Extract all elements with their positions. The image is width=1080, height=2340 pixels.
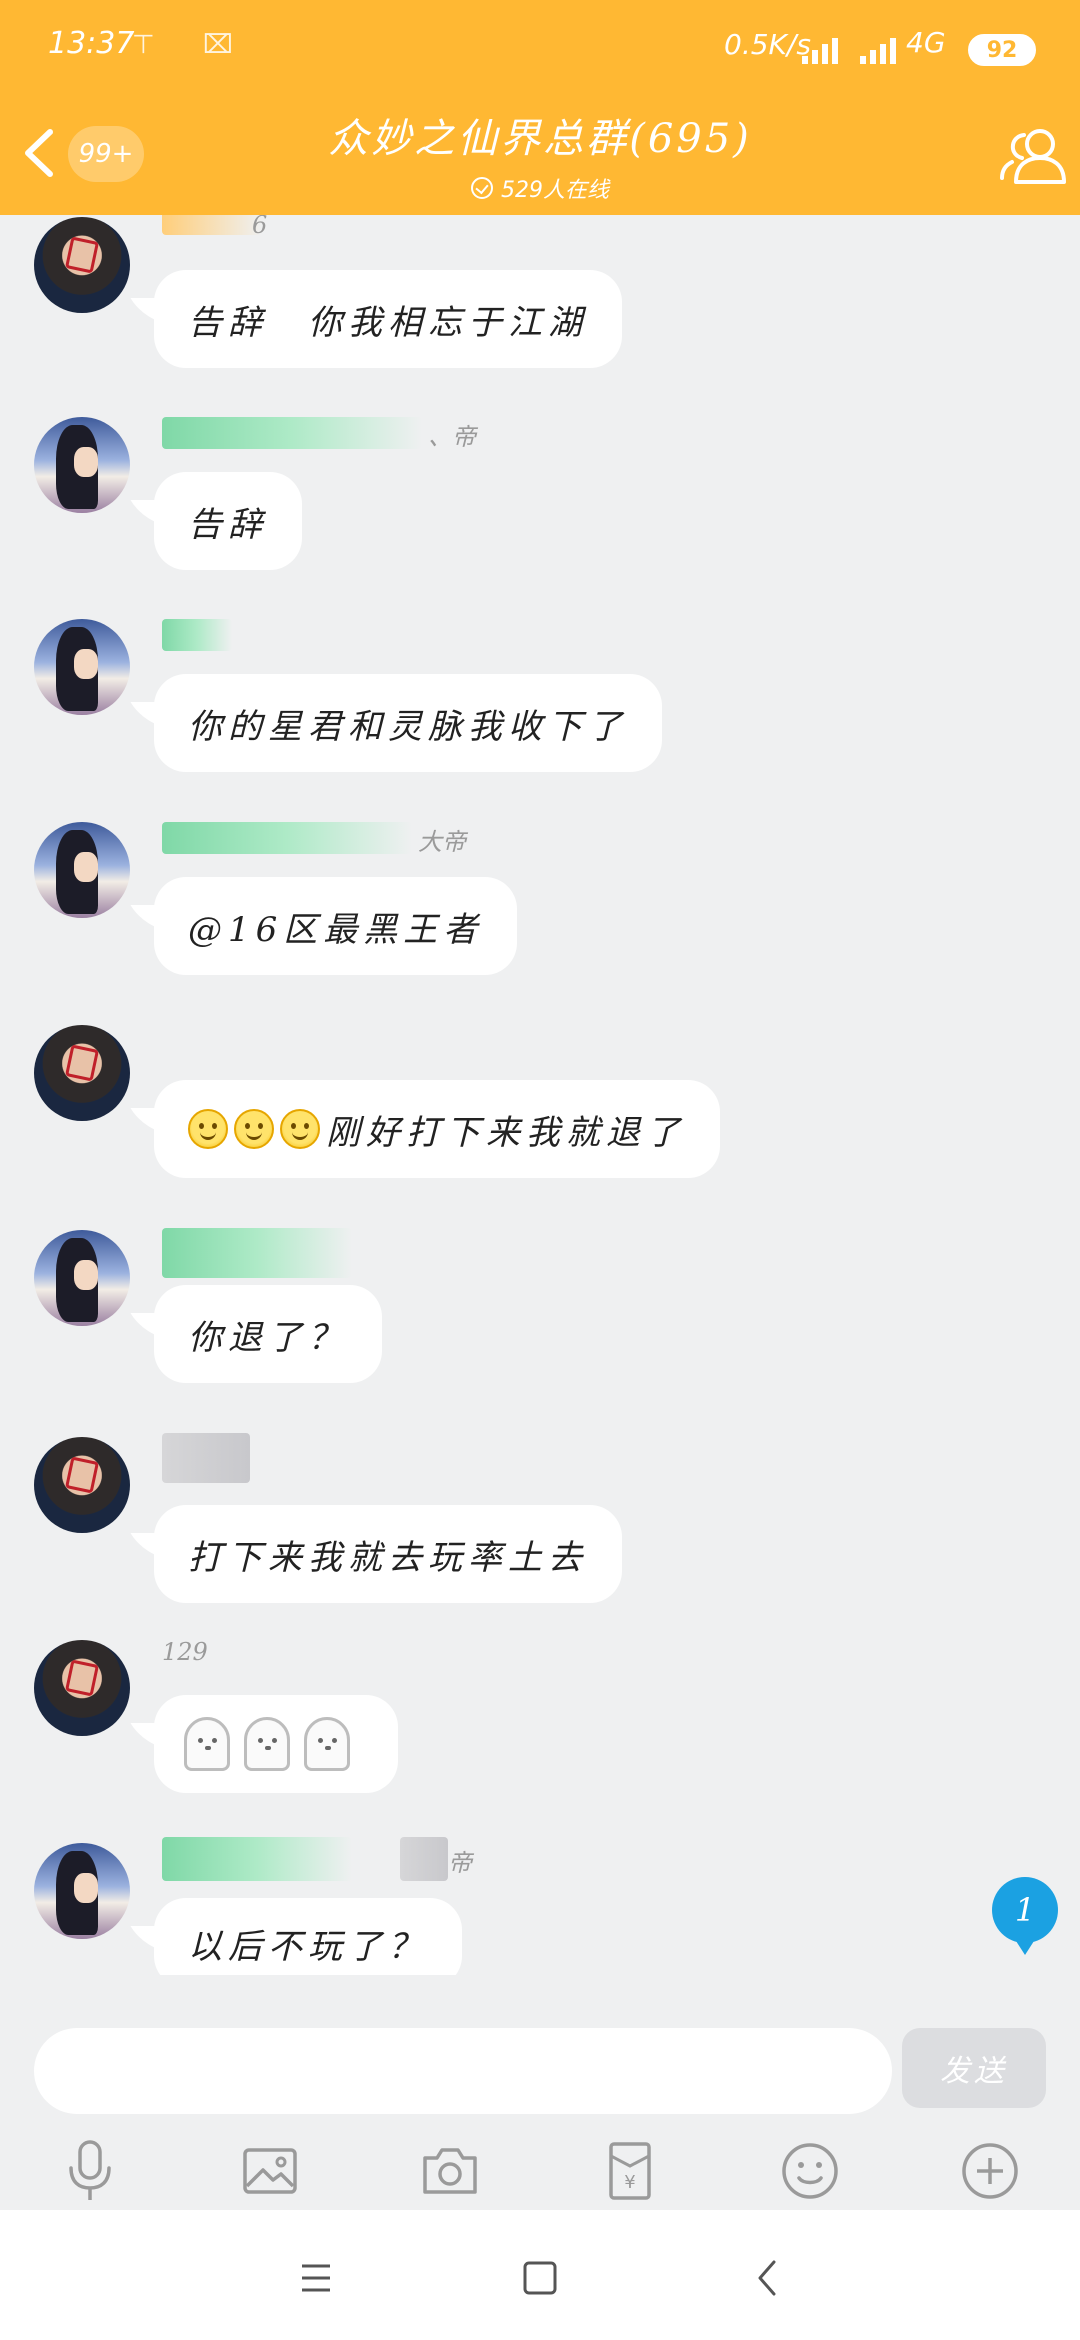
avatar[interactable] xyxy=(34,217,130,313)
message-text: 以后不玩了？ xyxy=(188,1926,428,1967)
system-navigation-bar xyxy=(0,2210,1080,2340)
message-bubble[interactable]: 你的星君和灵脉我收下了 xyxy=(154,674,662,772)
ghost-emoji-icon xyxy=(184,1717,230,1771)
avatar[interactable] xyxy=(34,822,130,918)
nickname-redacted xyxy=(162,1228,352,1278)
check-circle-icon xyxy=(471,177,493,199)
microphone-icon xyxy=(69,2140,111,2200)
network-speed: 0.5K/s xyxy=(724,28,811,61)
more-button[interactable] xyxy=(955,2136,1025,2206)
red-packet-icon: ¥ xyxy=(609,2142,651,2200)
nickname-tail: 帝 xyxy=(448,1849,472,1877)
online-status: 529人在线 xyxy=(340,172,740,204)
group-members-icon xyxy=(1000,129,1066,184)
chevron-left-icon xyxy=(25,129,53,177)
message-bubble[interactable]: 告辞 xyxy=(154,472,302,570)
message-bubble[interactable]: 以后不玩了？ xyxy=(154,1898,462,1975)
avatar[interactable] xyxy=(34,1025,130,1121)
image-icon xyxy=(243,2148,297,2194)
voice-button[interactable] xyxy=(55,2136,125,2206)
unread-count-badge[interactable]: 99+ xyxy=(68,126,144,182)
notification-icons: ⊤ ⌧ xyxy=(132,30,253,60)
avatar[interactable] xyxy=(34,1640,130,1736)
message-bubble[interactable]: 打下来我就去玩率土去 xyxy=(154,1505,622,1603)
avatar[interactable] xyxy=(34,417,130,513)
input-area: 发送 ¥ xyxy=(0,2000,1080,2210)
network-type: 4G xyxy=(906,26,946,59)
avatar[interactable] xyxy=(34,1437,130,1533)
message-text: 你的星君和灵脉我收下了 xyxy=(188,706,628,747)
smile-emoji-icon xyxy=(234,1109,274,1149)
nickname-redacted xyxy=(162,215,262,235)
chat-header: 13:37 ⊤ ⌧ 0.5K/s 4G 92 99+ 众妙之仙界总群(695) … xyxy=(0,0,1080,215)
message-text: 告辞 你我相忘于江湖 xyxy=(188,302,588,343)
new-message-indicator[interactable]: 1 xyxy=(992,1877,1058,1955)
nickname-redacted xyxy=(162,417,422,449)
plus-icon xyxy=(962,2143,1018,2199)
battery-icon: 92 xyxy=(968,34,1036,66)
group-title[interactable]: 众妙之仙界总群(695) xyxy=(240,106,840,164)
nickname-tail: 6 xyxy=(252,215,268,239)
signal-icon-2 xyxy=(860,34,902,64)
chat-message-list[interactable]: 6 告辞 你我相忘于江湖 、帝 告辞 你的星君和灵脉我收下了 大帝 @16区最黑… xyxy=(0,215,1080,1975)
message-input[interactable] xyxy=(34,2028,892,2114)
chevron-left-icon xyxy=(758,2260,776,2296)
smile-emoji-icon xyxy=(280,1109,320,1149)
ghost-emoji-icon xyxy=(244,1717,290,1771)
ghost-emoji-icon xyxy=(304,1717,350,1771)
home-button[interactable] xyxy=(510,2250,570,2306)
camera-button[interactable] xyxy=(415,2136,485,2206)
battery-level: 92 xyxy=(986,37,1018,63)
svg-text:¥: ¥ xyxy=(624,2172,635,2193)
avatar[interactable] xyxy=(34,1843,130,1939)
back-nav-button[interactable] xyxy=(738,2250,798,2306)
group-members-button[interactable] xyxy=(996,118,1072,194)
menu-button[interactable] xyxy=(286,2250,346,2306)
nickname-tail: 129 xyxy=(162,1638,208,1666)
image-button[interactable] xyxy=(235,2136,305,2206)
nickname-redacted xyxy=(162,1837,352,1881)
emoji-icon xyxy=(782,2143,838,2199)
message-bubble[interactable]: 刚好打下来我就退了 xyxy=(154,1080,720,1178)
menu-icon xyxy=(302,2264,330,2292)
sticker-bubble[interactable] xyxy=(154,1695,398,1793)
online-count: 529人在线 xyxy=(501,178,609,203)
send-button[interactable]: 发送 xyxy=(902,2028,1046,2108)
red-packet-button[interactable]: ¥ xyxy=(595,2136,665,2206)
message-bubble[interactable]: 告辞 你我相忘于江湖 xyxy=(154,270,622,368)
home-square-icon xyxy=(523,2261,557,2295)
nickname-redacted xyxy=(162,822,412,854)
smile-emoji-icon xyxy=(188,1109,228,1149)
message-bubble[interactable]: 你退了？ xyxy=(154,1285,382,1383)
camera-icon xyxy=(423,2148,477,2194)
message-text: 打下来我就去玩率土去 xyxy=(188,1537,588,1578)
message-text: 刚好打下来我就退了 xyxy=(326,1112,686,1153)
input-toolbar: ¥ xyxy=(0,2130,1080,2210)
avatar[interactable] xyxy=(34,619,130,715)
status-bar: 13:37 ⊤ ⌧ 0.5K/s 4G 92 xyxy=(0,0,1080,95)
signal-icon xyxy=(802,34,844,64)
message-text: 你退了？ xyxy=(188,1317,348,1358)
message-text: @16区最黑王者 xyxy=(188,909,484,950)
nickname-tail: 大帝 xyxy=(418,828,466,856)
nickname-redacted xyxy=(162,619,232,651)
nickname-redacted xyxy=(162,1433,250,1483)
status-time: 13:37 xyxy=(48,26,135,61)
nickname-tail: 、帝 xyxy=(428,423,476,451)
nickname-redacted xyxy=(400,1837,448,1881)
message-bubble[interactable]: @16区最黑王者 xyxy=(154,877,518,975)
back-button[interactable] xyxy=(14,118,64,188)
emoji-button[interactable] xyxy=(775,2136,845,2206)
message-text: 告辞 xyxy=(188,504,268,545)
avatar[interactable] xyxy=(34,1230,130,1326)
